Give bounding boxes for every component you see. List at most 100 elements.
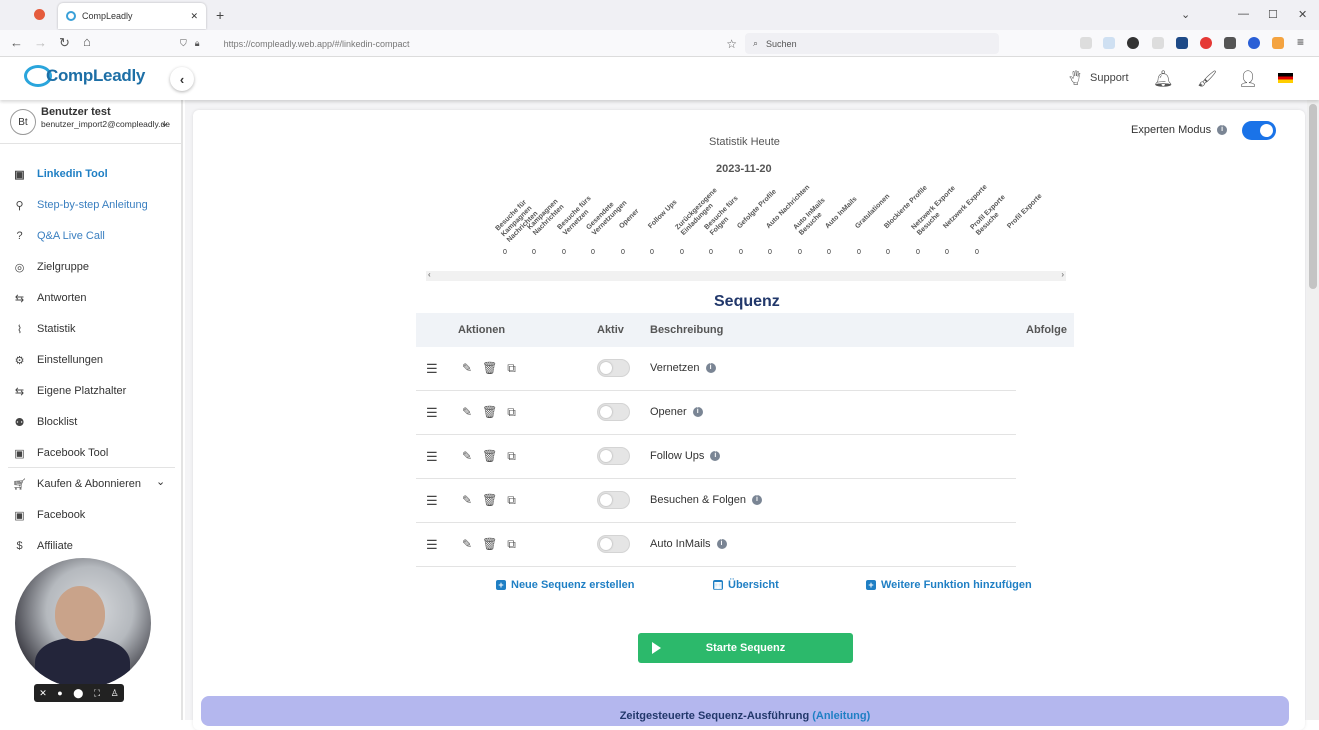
edit-icon[interactable]: ✎ [462,405,472,420]
overview-link[interactable]: ▦ Übersicht [713,579,779,591]
adblock-icon[interactable] [1200,37,1212,49]
expert-mode-toggle[interactable] [1242,121,1276,140]
sidebar-item-step-by-step[interactable]: ⚲ Step-by-step Anleitung [0,190,183,220]
trash-icon[interactable]: 🗑︎ [482,493,497,508]
new-sequence-link[interactable]: + Neue Sequenz erstellen [496,579,635,591]
address-bar[interactable]: ⛉ 🔒︎ https://compleadly.web.app /#/linke… [176,33,741,54]
support-icon[interactable]: 🖐︎ [1069,69,1081,88]
edit-icon[interactable]: ✎ [462,493,472,508]
extension-z-icon[interactable] [1248,37,1260,49]
info-icon[interactable]: i [692,407,703,417]
drag-handle-icon[interactable]: ☰ [426,361,438,377]
german-flag-icon[interactable] [1278,73,1293,83]
copy-icon[interactable]: ⧉ [507,449,516,464]
active-toggle[interactable] [597,491,630,509]
minimize-icon[interactable]: — [1238,8,1249,20]
search-icon: ⌕ [753,38,759,48]
sidebar-item-label: Facebook [37,509,86,521]
drag-handle-icon[interactable]: ☰ [426,537,438,553]
copy-icon[interactable]: ⧉ [507,493,516,508]
sidebar-item-einstellungen[interactable]: ⚙ Einstellungen [0,345,183,375]
scroll-right-icon[interactable]: › [1061,270,1064,279]
maximize-icon[interactable]: ☐ [1268,8,1278,21]
edit-icon[interactable]: ✎ [462,537,472,552]
browser-tab[interactable]: CompLeadly ✕ [58,3,206,29]
stats-horizontal-scrollbar[interactable]: ‹ › [426,270,1066,281]
edit-icon[interactable]: ✎ [462,449,472,464]
edit-icon[interactable]: ✎ [462,361,472,376]
close-icon[interactable]: ✕ [39,688,47,699]
copy-icon[interactable]: ⧉ [507,537,516,552]
active-toggle[interactable] [597,447,630,465]
sidebar-item-facebook[interactable]: ▣ Facebook [0,500,183,530]
lock-icon: 🔒︎ [194,38,200,48]
extension-m-icon[interactable] [1127,37,1139,49]
sidebar-item-eigene-platzhalter[interactable]: ⇆ Eigene Platzhalter [0,376,183,406]
drag-handle-icon[interactable]: ☰ [426,405,438,421]
bookmark-star-icon[interactable]: ☆ [726,37,737,51]
sidebar-item-qa-live-call[interactable]: ? Q&A Live Call [0,221,183,251]
drag-handle-icon[interactable]: ☰ [426,493,438,509]
active-toggle[interactable] [597,535,630,553]
user-icon[interactable]: 👤︎ [1238,69,1258,89]
new-tab-icon[interactable]: + [216,7,224,23]
info-icon[interactable]: i [752,495,763,505]
row-description-text: Auto InMails [650,538,711,550]
trash-icon[interactable]: 🗑︎ [482,449,497,464]
info-icon[interactable]: i [710,451,721,461]
scrollbar-thumb[interactable] [1309,104,1317,289]
extension-hand-icon[interactable] [1272,37,1284,49]
close-window-icon[interactable]: ✕ [1298,8,1307,21]
extension-puzzle-icon[interactable] [1224,37,1236,49]
start-sequence-button[interactable]: Starte Sequenz [638,633,853,663]
reload-icon[interactable]: ↻ [59,35,70,51]
bell-icon[interactable]: 🔔︎ [1153,69,1173,89]
menu-icon[interactable]: ≡ [1297,35,1309,49]
active-toggle[interactable] [597,359,630,377]
copy-icon[interactable]: ⧉ [507,405,516,420]
sidebar-item-affiliate[interactable]: $ Affiliate [0,531,183,561]
sidebar-item-blocklist[interactable]: ⚉ Blocklist [0,407,183,437]
forward-icon[interactable]: → [34,35,47,50]
tab-close-icon[interactable]: ✕ [190,11,198,22]
info-icon[interactable]: i [716,539,727,549]
extension-a-icon[interactable] [1176,37,1188,49]
sidebar-item-linkedin-tool[interactable]: ▣ Linkedin Tool [0,159,183,189]
extensions-icon[interactable] [1152,37,1164,49]
home-icon[interactable]: ⌂ [83,34,91,49]
small-dot-icon[interactable]: ● [57,688,62,698]
copy-icon[interactable]: ⧉ [507,361,516,376]
search-field[interactable]: ⌕ Suchen [745,33,999,54]
sidebar-item-label: Step-by-step Anleitung [37,199,148,211]
user-menu[interactable]: Bt Benutzer test benutzer_import2@comple… [10,106,175,142]
compleadly-logo[interactable]: CompLeadly [24,65,145,87]
trash-icon[interactable]: 🗑︎ [482,361,497,376]
drag-handle-icon[interactable]: ☰ [426,449,438,465]
trash-icon[interactable]: 🗑︎ [482,405,497,420]
scheduled-guide-link[interactable]: (Anleitung) [812,710,870,722]
info-icon[interactable]: i [705,363,716,373]
sidebar-item-kaufen-abonnieren[interactable]: 🛒︎ Kaufen & Abonnieren ⌄ [0,469,183,499]
firefox-view-icon[interactable] [34,9,45,20]
scroll-left-icon[interactable]: ‹ [428,270,431,279]
trash-icon[interactable]: 🗑︎ [482,537,497,552]
tab-list-icon[interactable]: ⌄ [1181,8,1190,21]
add-function-link[interactable]: + Weitere Funktion hinzufügen [866,579,1032,591]
person-icon[interactable]: ♙ [111,688,119,699]
sidebar-item-zielgruppe[interactable]: ◎ Zielgruppe [0,252,183,282]
paint-roller-icon[interactable]: 🖌︎ [1197,69,1217,89]
large-dot-icon[interactable]: ⬤ [73,688,83,699]
sidebar-item-facebook-tool[interactable]: ▣ Facebook Tool [0,438,183,468]
sidebar-item-antworten[interactable]: ⇆ Antworten [0,283,183,313]
collapse-sidebar-button[interactable]: ‹ [170,67,194,91]
pocket-icon[interactable] [1080,37,1092,49]
download-icon[interactable] [1103,37,1115,49]
page-scrollbar[interactable] [1307,100,1319,720]
active-toggle[interactable] [597,403,630,421]
info-icon[interactable]: i [1217,125,1228,135]
stat-value: 0 [886,249,890,256]
sidebar-item-statistik[interactable]: ⌇ Statistik [0,314,183,344]
fullscreen-icon[interactable]: ⛶ [94,688,100,699]
support-label[interactable]: Support [1090,72,1129,84]
back-icon[interactable]: ← [10,35,23,50]
